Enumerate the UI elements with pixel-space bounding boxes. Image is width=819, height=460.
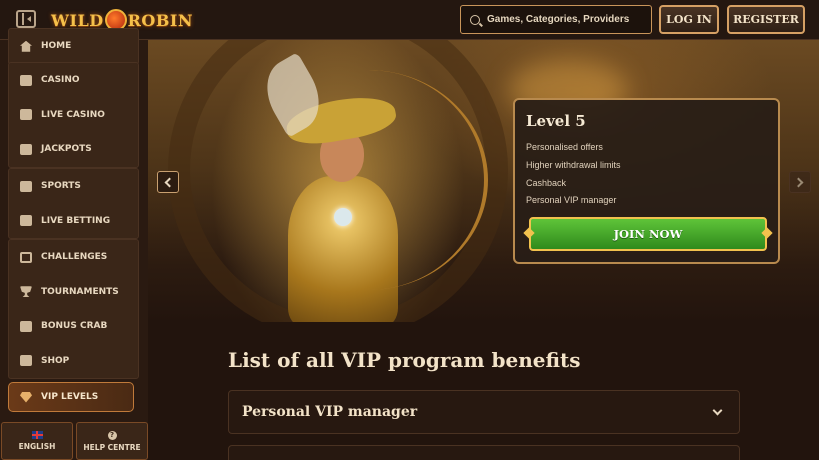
logo-text-left: WILD (51, 10, 104, 30)
sidebar-item-live-betting[interactable]: LIVE BETTING (9, 204, 138, 239)
sports-icon (20, 180, 32, 192)
sidebar-item-label: JACKPOTS (41, 144, 92, 155)
help-icon: ? (107, 430, 117, 440)
page: WILD ROBIN Games, Categories, Providers … (0, 0, 819, 460)
nav-group-promotions: CHALLENGES TOURNAMENTS BONUS CRAB SHOP (8, 239, 139, 379)
uk-flag-icon (31, 431, 43, 439)
jackpot-icon (20, 143, 32, 155)
section-title: List of all VIP program benefits (228, 348, 581, 372)
accordion-title: Personal VIP manager (242, 404, 418, 420)
help-centre-button[interactable]: ? HELP CENTRE (76, 422, 148, 460)
sidebar-item-label: CASINO (41, 75, 80, 86)
sidebar-item-sports[interactable]: SPORTS (9, 169, 138, 204)
join-now-button[interactable]: JOIN NOW (529, 217, 767, 251)
live-betting-icon (20, 215, 32, 227)
language-label: ENGLISH (18, 442, 56, 451)
trophy-icon (20, 286, 32, 298)
sidebar-item-casino[interactable]: CASINO (9, 63, 138, 98)
benefit-item: Cashback (526, 178, 567, 188)
sidebar: HOME CASINO LIVE CASINO JACKPOTS SPORTS (0, 28, 148, 460)
live-casino-icon (20, 109, 32, 121)
vip-level-card: Level 5 Personalised offers Higher withd… (513, 98, 780, 264)
nav-group-sports: SPORTS LIVE BETTING (8, 168, 139, 239)
help-label: HELP CENTRE (83, 442, 141, 452)
search-icon (470, 14, 480, 25)
sidebar-item-label: LIVE BETTING (41, 215, 111, 226)
sidebar-item-jackpots[interactable]: JACKPOTS (9, 132, 138, 167)
hero-banner: Level 5 Personalised offers Higher withd… (148, 40, 819, 322)
benefit-item: Higher withdrawal limits (526, 160, 621, 170)
logo-text-right: ROBIN (127, 10, 193, 30)
search-placeholder: Games, Categories, Providers (487, 14, 630, 25)
sidebar-item-label: HOME (41, 41, 72, 52)
sidebar-item-label: CHALLENGES (41, 252, 108, 263)
sidebar-item-label: LIVE CASINO (41, 109, 105, 120)
sidebar-item-challenges[interactable]: CHALLENGES (9, 240, 138, 275)
chevron-right-icon (793, 177, 804, 187)
accordion-next[interactable] (228, 445, 740, 460)
sidebar-item-label: SPORTS (41, 181, 81, 192)
sidebar-item-label: BONUS CRAB (41, 321, 108, 332)
register-button[interactable]: REGISTER (727, 5, 805, 34)
carousel-next-button[interactable] (789, 171, 811, 193)
benefit-item: Personal VIP manager (526, 195, 617, 205)
crab-icon (20, 320, 32, 332)
accordion-personal-vip-manager[interactable]: Personal VIP manager (228, 390, 740, 434)
nav-group-home: HOME (8, 28, 139, 65)
login-button[interactable]: LOG IN (659, 5, 719, 34)
benefit-item: Personalised offers (526, 142, 603, 152)
sidebar-item-tournaments[interactable]: TOURNAMENTS (9, 275, 138, 310)
sidebar-item-bonus-crab[interactable]: BONUS CRAB (9, 309, 138, 344)
nav-group-casino: CASINO LIVE CASINO JACKPOTS (8, 62, 139, 168)
challenges-icon (20, 251, 32, 263)
casino-icon (20, 74, 32, 86)
sidebar-item-shop[interactable]: SHOP (9, 344, 138, 379)
diamond-icon (20, 391, 32, 403)
chevron-left-icon (164, 177, 175, 187)
level-title: Level 5 (526, 112, 586, 130)
carousel-prev-button[interactable] (157, 171, 179, 193)
sidebar-collapse-icon[interactable] (16, 10, 36, 28)
sidebar-item-label: SHOP (41, 355, 70, 366)
sidebar-item-label: VIP LEVELS (41, 392, 99, 402)
chevron-down-icon (712, 405, 723, 416)
sidebar-item-home[interactable]: HOME (9, 29, 138, 64)
search-input[interactable]: Games, Categories, Providers (460, 5, 652, 34)
sidebar-item-live-casino[interactable]: LIVE CASINO (9, 98, 138, 133)
main-content: Level 5 Personalised offers Higher withd… (148, 40, 819, 460)
shop-icon (20, 355, 32, 367)
language-button[interactable]: ENGLISH (1, 422, 73, 460)
sidebar-item-vip-levels[interactable]: VIP LEVELS (8, 382, 134, 412)
home-icon (20, 40, 32, 52)
sidebar-item-label: TOURNAMENTS (41, 286, 119, 297)
